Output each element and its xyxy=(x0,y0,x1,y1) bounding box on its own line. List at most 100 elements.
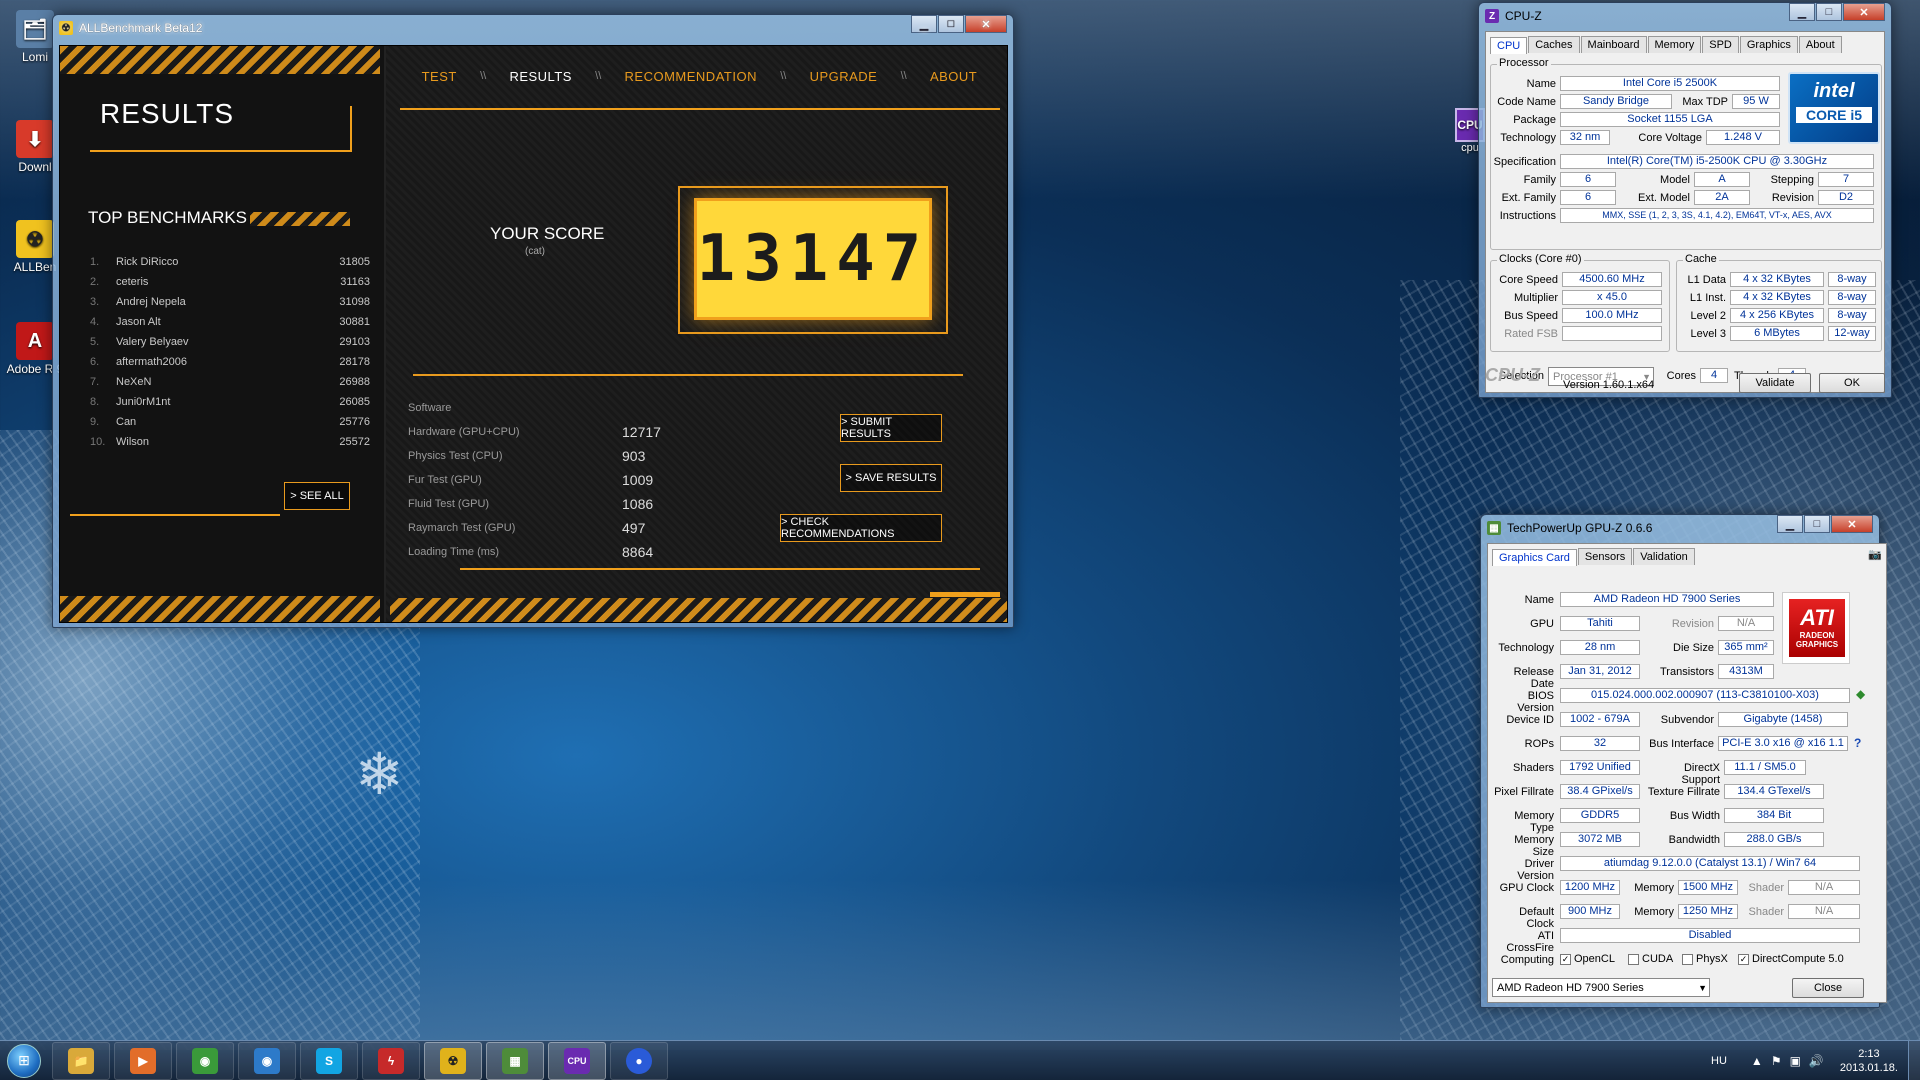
tab-about[interactable]: About xyxy=(1798,36,1842,53)
list-item: 2. ceteris 31163 xyxy=(90,276,370,288)
taskbar-app-cpuz[interactable]: CPU xyxy=(548,1041,606,1080)
cores-value: 4 xyxy=(1700,368,1728,383)
maximize-button[interactable]: □ xyxy=(1804,515,1830,533)
technology-value: 28 nm xyxy=(1560,640,1640,655)
taskbar-app-skype[interactable]: S xyxy=(300,1041,358,1080)
start-button[interactable]: ⊞ xyxy=(0,1041,48,1080)
taskbar-app-chrome-alt[interactable]: ◉ xyxy=(238,1041,296,1080)
nav-separator: \\ xyxy=(595,70,602,82)
tdp-value: 95 W xyxy=(1732,94,1780,109)
close-button[interactable]: ✕ xyxy=(1843,3,1885,21)
media-player-icon: ▶ xyxy=(130,1047,156,1074)
codename-value: Sandy Bridge xyxy=(1560,94,1672,109)
taskbar-app-flash[interactable]: ϟ xyxy=(362,1041,420,1080)
gpu-name-value: AMD Radeon HD 7900 Series xyxy=(1560,592,1774,607)
hazard-stripe xyxy=(60,46,380,74)
language-indicator[interactable]: HU xyxy=(1711,1055,1727,1067)
tab-about[interactable]: ABOUT xyxy=(930,69,977,84)
maximize-button[interactable]: □ xyxy=(1816,3,1842,21)
submit-results-button[interactable]: > SUBMIT RESULTS xyxy=(840,414,942,442)
rops-value: 32 xyxy=(1560,736,1640,751)
taskbar-app-allbenchmark[interactable]: ☢ xyxy=(424,1041,482,1080)
ok-button[interactable]: OK xyxy=(1819,373,1885,393)
maximize-button[interactable]: □ xyxy=(938,15,964,33)
cpuz-titlebar[interactable]: Z CPU-Z ▁ □ ✕ xyxy=(1479,3,1891,29)
validate-button[interactable]: Validate xyxy=(1739,373,1811,393)
specification-label: Specification xyxy=(1493,156,1556,168)
tab-mainboard[interactable]: Mainboard xyxy=(1580,36,1647,53)
tab-test[interactable]: TEST xyxy=(422,69,457,84)
taskbar-app-explorer[interactable]: 📁 xyxy=(52,1041,110,1080)
tab-graphics-card[interactable]: Graphics Card xyxy=(1492,549,1577,566)
green-chip-icon[interactable]: ◆ xyxy=(1856,687,1865,701)
tab-upgrade[interactable]: UPGRADE xyxy=(810,69,878,84)
ext-family-value: 6 xyxy=(1560,190,1616,205)
camera-icon[interactable]: 📷 xyxy=(1868,548,1882,565)
family-label: Family xyxy=(1523,174,1556,186)
close-button[interactable]: Close xyxy=(1792,978,1864,998)
volume-icon[interactable]: 🔊 xyxy=(1809,1054,1824,1068)
minimize-button[interactable]: ▁ xyxy=(911,15,937,33)
ati-radeon-logo: ATI RADEON GRAPHICS xyxy=(1782,592,1850,664)
taskbar-app-gpuz[interactable]: ▦ xyxy=(486,1041,544,1080)
ext-family-label: Ext. Family xyxy=(1501,192,1556,204)
title-underline xyxy=(90,150,350,152)
show-desktop-button[interactable] xyxy=(1908,1041,1920,1080)
tab-recommendation[interactable]: RECOMMENDATION xyxy=(625,69,757,84)
flag-icon[interactable]: ⚑ xyxy=(1771,1054,1782,1068)
cpuz-window: Z CPU-Z ▁ □ ✕ CPU Caches Mainboard Memor… xyxy=(1478,2,1892,398)
clock-date: 2013.01.18. xyxy=(1839,1062,1898,1074)
physx-checkbox[interactable]: PhysX xyxy=(1682,953,1728,965)
cpuz-tabs: CPU Caches Mainboard Memory SPD Graphics… xyxy=(1486,32,1884,54)
score-value: 13147 xyxy=(694,198,932,320)
gpuz-titlebar[interactable]: ▦ TechPowerUp GPU-Z 0.6.6 ▁ □ ✕ xyxy=(1481,515,1879,541)
gpu-select[interactable]: AMD Radeon HD 7900 Series ▼ xyxy=(1492,978,1710,997)
tab-results[interactable]: RESULTS xyxy=(509,69,572,84)
tab-cpu[interactable]: CPU xyxy=(1490,37,1528,54)
rated-fsb-value xyxy=(1562,326,1662,341)
nav-underline xyxy=(400,108,1000,110)
tab-validation[interactable]: Validation xyxy=(1633,548,1695,565)
taskbar-app-globe[interactable]: ● xyxy=(610,1041,668,1080)
taskbar: ⊞ 📁 ▶ ◉ ◉ S ϟ ☢ ▦ CPU ● HU ▲ ⚑ ▣ 🔊 2:13 … xyxy=(0,1040,1920,1080)
technology-label: Technology xyxy=(1498,642,1554,654)
save-results-button[interactable]: > SAVE RESULTS xyxy=(840,464,942,492)
list-item: 5. Valery Belyaev 29103 xyxy=(90,336,370,348)
cuda-checkbox[interactable]: CUDA xyxy=(1628,953,1673,965)
minimize-button[interactable]: ▁ xyxy=(1789,3,1815,21)
nav-separator: \\ xyxy=(480,70,487,82)
minimize-button[interactable]: ▁ xyxy=(1777,515,1803,533)
default-clock-label: Default Clock xyxy=(1519,906,1554,930)
group-label: Processor xyxy=(1497,57,1551,69)
instructions-value: MMX, SSE (1, 2, 3, 3S, 4.1, 4.2), EM64T,… xyxy=(1560,208,1874,223)
directcompute-checkbox[interactable]: ✓ DirectCompute 5.0 xyxy=(1738,953,1844,965)
taskbar-app-media[interactable]: ▶ xyxy=(114,1041,172,1080)
help-icon[interactable]: ? xyxy=(1854,736,1861,750)
opencl-checkbox[interactable]: ✓ OpenCL xyxy=(1560,953,1615,965)
check-recommendations-button[interactable]: > CHECK RECOMMENDATIONS xyxy=(780,514,942,542)
see-all-button[interactable]: > SEE ALL xyxy=(284,482,350,510)
driver-version-value: atiumdag 9.12.0.0 (Catalyst 13.1) / Win7… xyxy=(1560,856,1860,871)
gpuz-panel: Graphics Card Sensors Validation 📷 ATI R… xyxy=(1487,543,1887,1003)
revision-label: Revision xyxy=(1771,192,1814,204)
close-button[interactable]: ✕ xyxy=(1831,515,1873,533)
tab-memory[interactable]: Memory xyxy=(1647,36,1702,53)
results-list: Software Hardware (GPU+CPU) 12717 Physics… xyxy=(408,396,708,564)
list-item: 8. Juni0rM1nt 26085 xyxy=(90,396,370,408)
tab-spd[interactable]: SPD xyxy=(1702,36,1739,53)
taskbar-app-chrome[interactable]: ◉ xyxy=(176,1041,234,1080)
tab-sensors[interactable]: Sensors xyxy=(1577,548,1633,565)
radiation-icon: ☢ xyxy=(59,21,73,35)
hud-line xyxy=(460,568,980,570)
close-button[interactable]: ✕ xyxy=(965,15,1007,33)
release-date-label: Release Date xyxy=(1513,666,1554,690)
allbenchmark-titlebar[interactable]: ☢ ALLBenchmark Beta12 ▁ □ ✕ xyxy=(53,15,1013,41)
tab-caches[interactable]: Caches xyxy=(1528,36,1580,53)
chevron-up-icon[interactable]: ▲ xyxy=(1751,1054,1763,1068)
list-item: 7. NeXeN 26988 xyxy=(90,376,370,388)
gpu-label: GPU xyxy=(1530,618,1554,630)
clock[interactable]: 2:13 2013.01.18. xyxy=(1840,1047,1898,1075)
network-icon[interactable]: ▣ xyxy=(1790,1054,1801,1068)
tab-graphics[interactable]: Graphics xyxy=(1739,36,1798,53)
page-title: RESULTS xyxy=(100,98,235,129)
